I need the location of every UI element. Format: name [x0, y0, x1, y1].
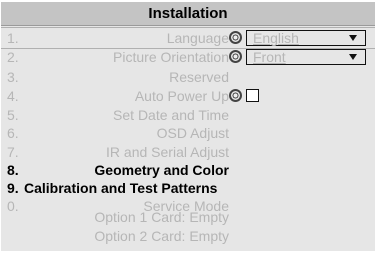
menu-item-label: Reserved [169, 69, 229, 85]
menu-item-auto-power-up[interactable]: 4. Auto Power Up [1, 86, 375, 106]
dropdown-value: English [253, 30, 299, 46]
lock-icon [229, 31, 242, 44]
menu-title: Installation [1, 2, 375, 26]
language-dropdown[interactable]: English [246, 30, 366, 46]
menu-item-number: 1. [7, 30, 19, 46]
menu-item-ir-and-serial-adjust[interactable]: 7. IR and Serial Adjust [1, 142, 375, 162]
auto-power-up-checkbox[interactable] [246, 89, 259, 102]
option-1-card-status: Option 1 Card: Empty [1, 207, 375, 227]
menu-item-calibration-and-test-patterns[interactable]: 9. Calibration and Test Patterns [1, 178, 375, 198]
installation-menu-window: Installation 1. Language English 2. Pict… [1, 2, 375, 251]
chevron-down-icon [349, 54, 357, 60]
dropdown-value: Front [253, 49, 286, 65]
menu-item-number: 7. [7, 144, 19, 160]
option-2-card-status-spacer [1, 248, 375, 251]
menu-item-number: 2. [7, 49, 19, 65]
menu-item-label: Picture Orientation [113, 49, 229, 65]
menu-item-label: Calibration and Test Patterns [24, 180, 218, 196]
menu-item-picture-orientation[interactable]: 2. Picture Orientation Front [1, 47, 375, 67]
menu-item-number: 6. [7, 125, 19, 141]
menu-item-set-date-and-time[interactable]: 5. Set Date and Time [1, 105, 375, 125]
lock-icon [229, 50, 242, 63]
menu-item-label: Language [166, 30, 229, 46]
menu-item-reserved[interactable]: 3. Reserved [1, 67, 375, 87]
menu-item-label: Option 1 Card: Empty [94, 209, 229, 225]
menu-item-label: Auto Power Up [134, 88, 229, 104]
menu-item-number: 5. [7, 107, 19, 123]
menu-item-number: 3. [7, 69, 19, 85]
lock-icon [229, 89, 242, 102]
option-2-card-status: Option 2 Card: Empty [1, 226, 375, 246]
menu-item-language[interactable]: 1. Language English [1, 27, 375, 49]
chevron-down-icon [349, 35, 357, 41]
menu-item-label: Option 2 Card: Empty [94, 228, 229, 244]
menu-item-label: Set Date and Time [113, 107, 229, 123]
menu-item-geometry-and-color[interactable]: 8. Geometry and Color [1, 160, 375, 180]
menu-item-number: 8. [7, 162, 19, 178]
menu-item-label: IR and Serial Adjust [106, 144, 229, 160]
menu-item-label: Geometry and Color [94, 162, 229, 178]
menu-item-number: 9. [7, 180, 19, 196]
picture-orientation-dropdown[interactable]: Front [246, 49, 366, 65]
menu-item-osd-adjust[interactable]: 6. OSD Adjust [1, 123, 375, 143]
menu-item-label: OSD Adjust [156, 125, 229, 141]
menu-item-number: 4. [7, 88, 19, 104]
